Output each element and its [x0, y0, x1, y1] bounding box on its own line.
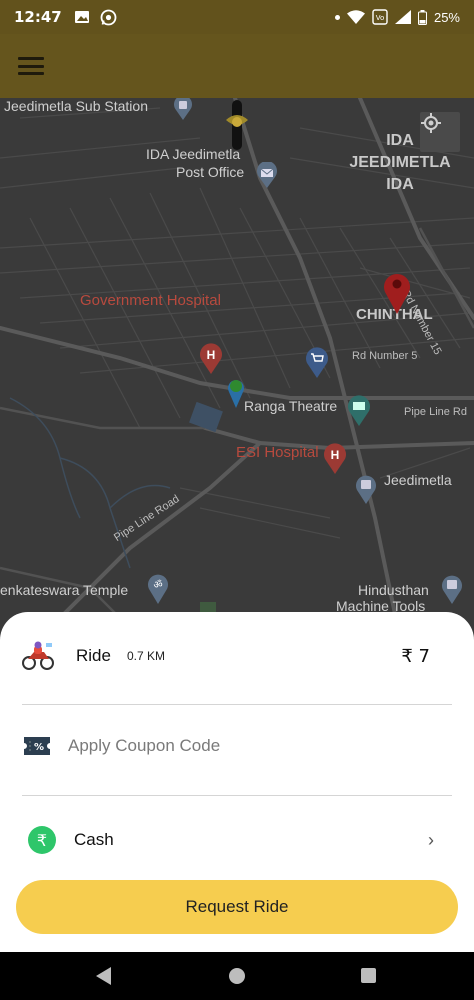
motorbike-icon: [22, 641, 54, 670]
ride-distance: 0.7 KM: [126, 649, 165, 663]
rupee-cash-icon: ₹: [28, 826, 56, 854]
wifi-icon: [346, 10, 365, 24]
ride-option-row[interactable]: Ride 0.7 KM ₹ 7: [22, 634, 452, 678]
divider: [22, 704, 452, 705]
payment-label: Cash: [74, 830, 114, 849]
status-system-icons: Vo 25%: [334, 9, 460, 25]
bus-stop-icon[interactable]: [172, 98, 194, 120]
map-label-hindusthan-1: Hindusthan: [358, 582, 429, 598]
hamburger-menu-icon[interactable]: [18, 57, 44, 75]
map-label-pipeline-rd: Pipe Line Rd: [404, 406, 467, 418]
bus-stop-icon[interactable]: [354, 474, 378, 504]
system-nav-bar: [0, 952, 474, 1000]
volte-icon: Vo: [372, 9, 388, 25]
hospital-icon[interactable]: H: [322, 442, 348, 474]
cinema-icon[interactable]: [346, 394, 372, 426]
temple-icon[interactable]: ॐ: [146, 572, 170, 604]
coupon-ticket-icon: %: [24, 737, 50, 755]
divider: [22, 795, 452, 796]
map-label-jeedimetla: Jeedimetla: [384, 472, 452, 488]
map-label-rd5: Rd Number 5: [352, 350, 418, 362]
bike-marker-icon: [226, 100, 248, 150]
map-label-ranga: Ranga Theatre: [244, 398, 338, 414]
ride-label: Ride: [76, 646, 111, 665]
my-location-button[interactable]: [420, 112, 460, 152]
status-time: 12:47: [14, 8, 62, 26]
coupon-label: Apply Coupon Code: [68, 736, 221, 755]
coupon-row[interactable]: % Apply Coupon Code: [22, 724, 452, 768]
hospital-icon[interactable]: H: [198, 342, 224, 374]
map-label-temple: enkateswara Temple: [0, 582, 129, 598]
payment-method-row[interactable]: ₹ Cash ›: [22, 818, 452, 862]
request-ride-button[interactable]: Request Ride: [16, 880, 458, 934]
map-label-ida-2: JEEDIMETLA: [349, 154, 451, 171]
whatsapp-icon: [100, 9, 117, 25]
cart-icon[interactable]: [304, 346, 330, 378]
map-label-post-office-2: Post Office: [176, 164, 245, 180]
battery-percent: 25%: [433, 9, 460, 25]
recents-icon[interactable]: [361, 968, 376, 983]
svg-text:%: %: [34, 742, 44, 753]
app-bar: [0, 34, 474, 98]
map-label-ida-3: IDA: [386, 176, 414, 193]
my-location-icon: [421, 113, 441, 133]
destination-pin-icon: [384, 274, 410, 314]
status-notification-icons: [74, 9, 117, 26]
chevron-right-icon: ›: [428, 829, 434, 850]
map-view[interactable]: Jeedimetla Sub Station IDA Jeedimetla Po…: [0, 98, 474, 638]
gallery-icon: [74, 11, 89, 23]
map-label-hospital: Government Hospital: [80, 292, 221, 309]
home-icon[interactable]: [229, 968, 245, 984]
back-icon[interactable]: [96, 967, 111, 985]
map-label-substation: Jeedimetla Sub Station: [4, 98, 148, 114]
map-label-esi: ESI Hospital: [236, 444, 319, 461]
signal-icon: [394, 10, 411, 24]
status-bar: 12:47 Vo 25%: [0, 0, 474, 34]
svg-text:Vo: Vo: [376, 14, 385, 22]
svg-text:H: H: [207, 348, 216, 362]
dot-icon: [334, 14, 340, 20]
battery-icon: [417, 9, 427, 25]
svg-text:ॐ: ॐ: [153, 579, 162, 591]
pickup-pin-icon: [228, 380, 244, 408]
ride-price: ₹ 7: [401, 645, 430, 667]
svg-text:H: H: [331, 448, 340, 462]
bus-stop-icon[interactable]: [440, 574, 464, 604]
post-office-icon[interactable]: [255, 162, 279, 188]
